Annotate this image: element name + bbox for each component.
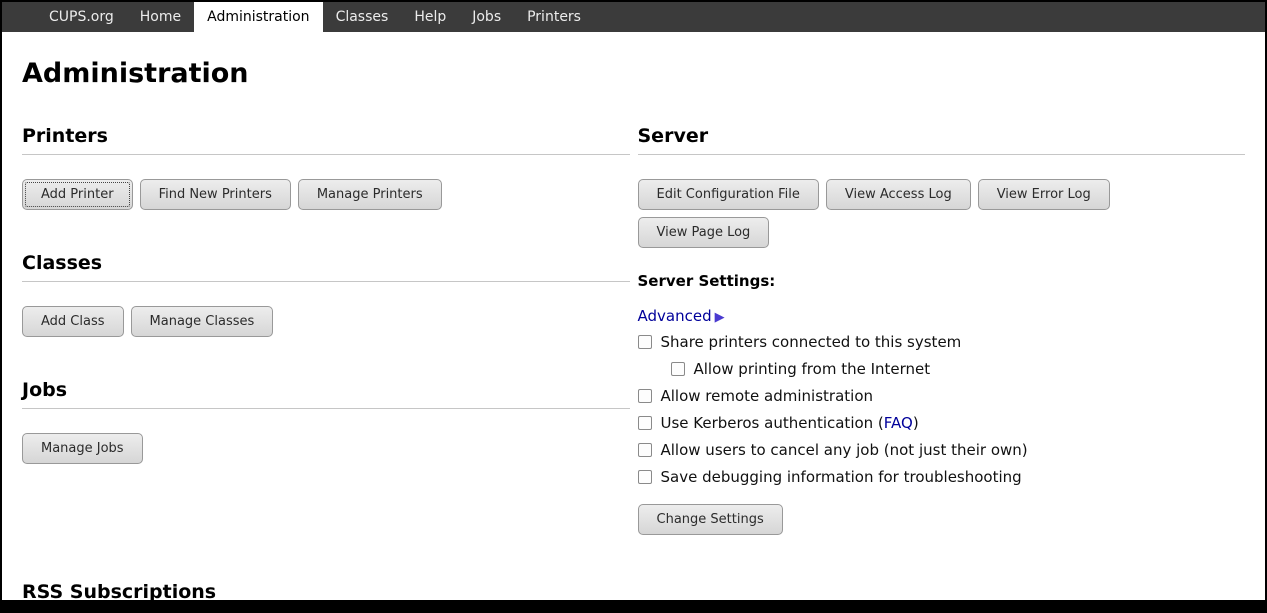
left-column: Printers Add Printer Find New Printers M… bbox=[22, 125, 630, 577]
right-column: Server Edit Configuration File View Acce… bbox=[638, 125, 1246, 577]
change-settings-button[interactable]: Change Settings bbox=[638, 504, 783, 535]
share-printers-row: Share printers connected to this system bbox=[638, 333, 1246, 351]
main-content: Administration Printers Add Printer Find… bbox=[2, 32, 1265, 600]
classes-section: Classes Add Class Manage Classes bbox=[22, 252, 630, 337]
bottom-bar bbox=[2, 600, 1265, 611]
debug-logging-row: Save debugging information for troublesh… bbox=[638, 468, 1246, 486]
jobs-heading: Jobs bbox=[22, 379, 630, 401]
classes-button-row: Add Class Manage Classes bbox=[22, 306, 630, 337]
printers-button-row: Add Printer Find New Printers Manage Pri… bbox=[22, 179, 630, 210]
manage-printers-button[interactable]: Manage Printers bbox=[298, 179, 442, 210]
server-section: Server Edit Configuration File View Acce… bbox=[638, 125, 1246, 535]
nav-item-help[interactable]: Help bbox=[401, 2, 459, 32]
share-printers-checkbox[interactable] bbox=[638, 335, 652, 349]
add-class-button[interactable]: Add Class bbox=[22, 306, 124, 337]
view-error-log-button[interactable]: View Error Log bbox=[978, 179, 1110, 210]
classes-heading: Classes bbox=[22, 252, 630, 274]
page-title: Administration bbox=[22, 58, 1245, 89]
manage-classes-button[interactable]: Manage Classes bbox=[131, 306, 274, 337]
nav-item-cups-org[interactable]: CUPS.org bbox=[36, 2, 127, 32]
allow-internet-printing-label: Allow printing from the Internet bbox=[694, 360, 931, 378]
change-settings-row: Change Settings bbox=[638, 504, 1246, 535]
server-button-row-1: Edit Configuration File View Access Log … bbox=[638, 179, 1246, 210]
manage-jobs-button[interactable]: Manage Jobs bbox=[22, 433, 143, 464]
allow-remote-admin-checkbox[interactable] bbox=[638, 389, 652, 403]
share-printers-label: Share printers connected to this system bbox=[661, 333, 962, 351]
add-printer-button[interactable]: Add Printer bbox=[22, 179, 133, 210]
rss-section-header: RSS Subscriptions bbox=[22, 581, 1245, 600]
allow-remote-admin-label: Allow remote administration bbox=[661, 387, 874, 405]
server-button-row-2: View Page Log bbox=[638, 217, 1246, 248]
printers-section: Printers Add Printer Find New Printers M… bbox=[22, 125, 630, 210]
debug-logging-checkbox[interactable] bbox=[638, 470, 652, 484]
nav-item-printers[interactable]: Printers bbox=[514, 2, 594, 32]
allow-internet-printing-row: Allow printing from the Internet bbox=[671, 360, 1246, 378]
server-settings-label: Server Settings: bbox=[638, 272, 1246, 290]
top-nav: CUPS.org Home Administration Classes Hel… bbox=[2, 2, 1265, 32]
advanced-link[interactable]: Advanced▶ bbox=[638, 307, 725, 325]
cancel-any-job-row: Allow users to cancel any job (not just … bbox=[638, 441, 1246, 459]
kerberos-auth-label: Use Kerberos authentication (FAQ) bbox=[661, 414, 919, 432]
cups-window: CUPS.org Home Administration Classes Hel… bbox=[0, 0, 1267, 613]
edit-config-file-button[interactable]: Edit Configuration File bbox=[638, 179, 819, 210]
nav-item-jobs[interactable]: Jobs bbox=[459, 2, 514, 32]
kerberos-auth-checkbox[interactable] bbox=[638, 416, 652, 430]
jobs-section: Jobs Manage Jobs bbox=[22, 379, 630, 464]
jobs-button-row: Manage Jobs bbox=[22, 433, 630, 464]
nav-item-classes[interactable]: Classes bbox=[323, 2, 402, 32]
allow-internet-printing-checkbox[interactable] bbox=[671, 362, 685, 376]
advanced-link-label: Advanced bbox=[638, 307, 712, 325]
printers-section-header: Printers bbox=[22, 125, 630, 155]
two-column-layout: Printers Add Printer Find New Printers M… bbox=[22, 125, 1245, 577]
allow-remote-admin-row: Allow remote administration bbox=[638, 387, 1246, 405]
kerberos-auth-label-pre: Use Kerberos authentication ( bbox=[661, 414, 884, 432]
cancel-any-job-checkbox[interactable] bbox=[638, 443, 652, 457]
debug-logging-label: Save debugging information for troublesh… bbox=[661, 468, 1022, 486]
classes-section-header: Classes bbox=[22, 252, 630, 282]
printers-heading: Printers bbox=[22, 125, 630, 147]
nav-item-administration[interactable]: Administration bbox=[194, 2, 322, 32]
faq-link[interactable]: FAQ bbox=[884, 414, 913, 432]
nav-item-home[interactable]: Home bbox=[127, 2, 194, 32]
view-access-log-button[interactable]: View Access Log bbox=[826, 179, 971, 210]
rss-heading: RSS Subscriptions bbox=[22, 581, 1245, 600]
server-section-header: Server bbox=[638, 125, 1246, 155]
view-page-log-button[interactable]: View Page Log bbox=[638, 217, 770, 248]
kerberos-auth-row: Use Kerberos authentication (FAQ) bbox=[638, 414, 1246, 432]
rss-subscriptions-section: RSS Subscriptions Add RSS Subscription bbox=[22, 581, 1245, 600]
cancel-any-job-label: Allow users to cancel any job (not just … bbox=[661, 441, 1028, 459]
server-heading: Server bbox=[638, 125, 1246, 147]
advanced-expand-arrow-icon: ▶ bbox=[715, 310, 725, 325]
jobs-section-header: Jobs bbox=[22, 379, 630, 409]
kerberos-auth-label-post: ) bbox=[913, 414, 919, 432]
find-new-printers-button[interactable]: Find New Printers bbox=[140, 179, 291, 210]
